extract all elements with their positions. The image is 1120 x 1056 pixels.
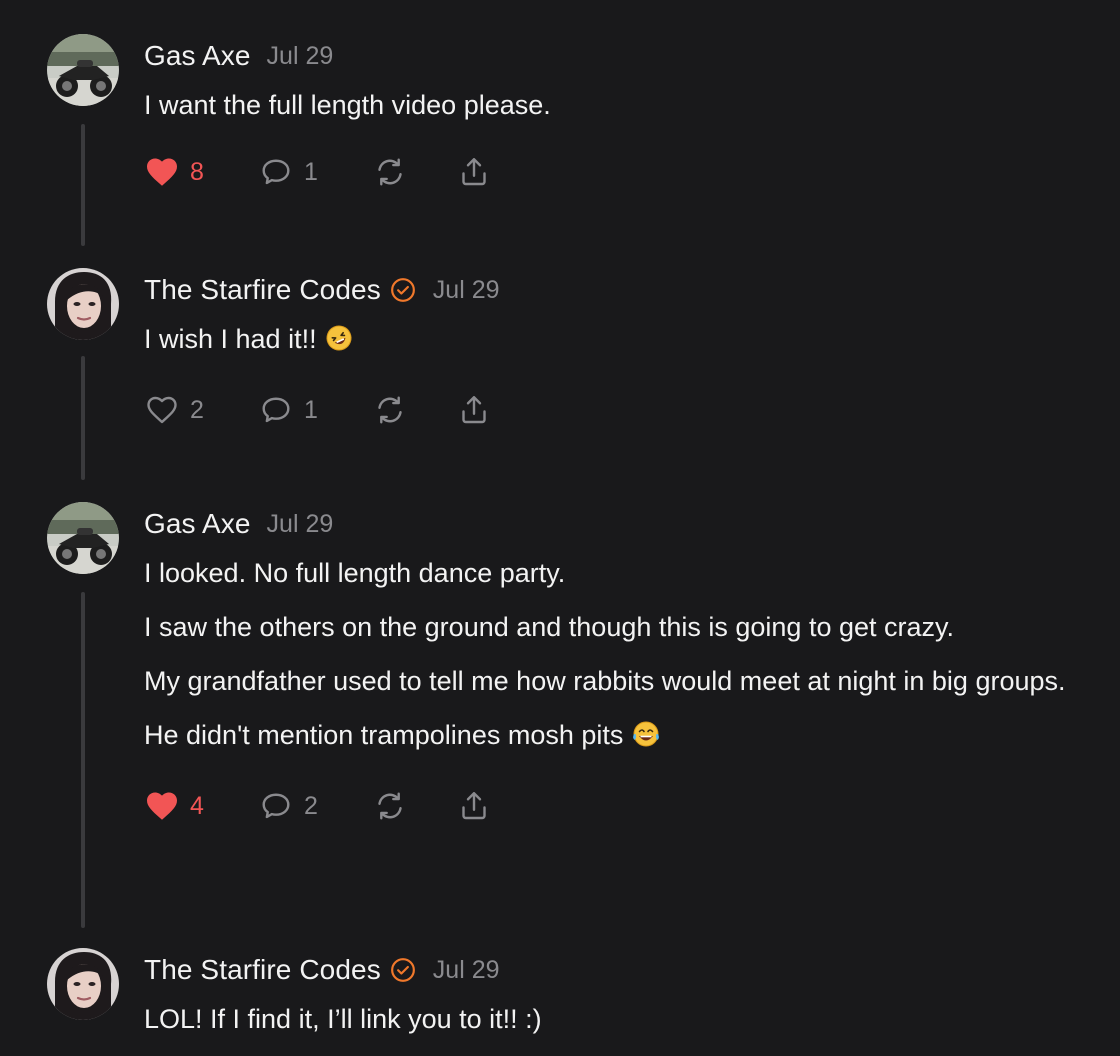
comment-text: I wish I had it!! <box>144 318 1104 364</box>
rolling-on-floor-laughing-emoji <box>325 322 353 364</box>
restack-icon <box>378 792 402 820</box>
share-icon <box>462 792 486 820</box>
comment-text-content: He didn't mention trampolines mosh pits <box>144 720 624 750</box>
comment-text: I saw the others on the ground and thoug… <box>144 612 955 642</box>
thread-line <box>81 124 85 246</box>
thread-line <box>81 592 85 928</box>
share-button[interactable] <box>456 788 492 824</box>
heart-filled-icon <box>147 792 177 820</box>
comment-date[interactable]: Jul 29 <box>267 42 334 71</box>
comment-text-content: I wish I had it!! <box>144 324 317 354</box>
share-button[interactable] <box>456 154 492 190</box>
share-icon <box>462 396 486 424</box>
thread-line <box>81 356 85 480</box>
speech-bubble-icon <box>262 793 290 819</box>
restack-button[interactable] <box>372 788 456 824</box>
avatar[interactable] <box>47 34 119 106</box>
comment-text: I looked. No full length dance party. <box>144 558 566 588</box>
verified-badge-icon <box>389 956 417 984</box>
like-count: 2 <box>190 395 204 424</box>
like-button[interactable]: 2 <box>144 392 258 428</box>
motorcycle-avatar-image <box>47 34 119 106</box>
author-name[interactable]: Gas Axe <box>144 40 251 72</box>
author-name[interactable]: The Starfire Codes <box>144 954 381 986</box>
comment-text: He didn't mention trampolines mosh pits <box>144 714 1104 760</box>
comment-text: My grandfather used to tell me how rabbi… <box>144 666 1066 696</box>
heart-filled-icon <box>147 158 177 186</box>
author-name[interactable]: The Starfire Codes <box>144 274 381 306</box>
speech-bubble-icon <box>262 397 290 423</box>
comment-text: LOL! If I find it, I’ll link you to it!!… <box>144 1004 542 1034</box>
comment-actions: 2 1 <box>144 386 1104 434</box>
verified-badge-icon <box>389 276 417 304</box>
author-name[interactable]: Gas Axe <box>144 508 251 540</box>
restack-button[interactable] <box>372 392 456 428</box>
share-icon <box>462 158 486 186</box>
reply-count: 1 <box>304 395 318 424</box>
motorcycle-avatar-image <box>47 502 119 574</box>
speech-bubble-icon <box>262 159 290 185</box>
woman-avatar-image <box>47 268 119 340</box>
like-button[interactable]: 4 <box>144 788 258 824</box>
heart-outline-icon <box>147 396 177 424</box>
reply-button[interactable]: 1 <box>258 154 372 190</box>
restack-icon <box>378 158 402 186</box>
reply-count: 2 <box>304 791 318 820</box>
like-button[interactable]: 8 <box>144 154 258 190</box>
like-count: 8 <box>190 157 204 186</box>
share-button[interactable] <box>456 392 492 428</box>
woman-avatar-image <box>47 948 119 1020</box>
avatar[interactable] <box>47 502 119 574</box>
like-count: 4 <box>190 791 204 820</box>
avatar[interactable] <box>47 268 119 340</box>
comment-date[interactable]: Jul 29 <box>433 276 500 305</box>
reply-count: 1 <box>304 157 318 186</box>
reply-button[interactable]: 2 <box>258 788 372 824</box>
comment-date[interactable]: Jul 29 <box>433 956 500 985</box>
avatar[interactable] <box>47 948 119 1020</box>
restack-icon <box>378 396 402 424</box>
reply-button[interactable]: 1 <box>258 392 372 428</box>
comment-actions: 8 1 <box>144 148 1104 196</box>
comment-date[interactable]: Jul 29 <box>267 510 334 539</box>
comment-actions: 4 2 <box>144 782 1104 830</box>
comment-text: I want the full length video please. <box>144 90 551 120</box>
restack-button[interactable] <box>372 154 456 190</box>
tears-of-joy-emoji <box>631 718 661 760</box>
